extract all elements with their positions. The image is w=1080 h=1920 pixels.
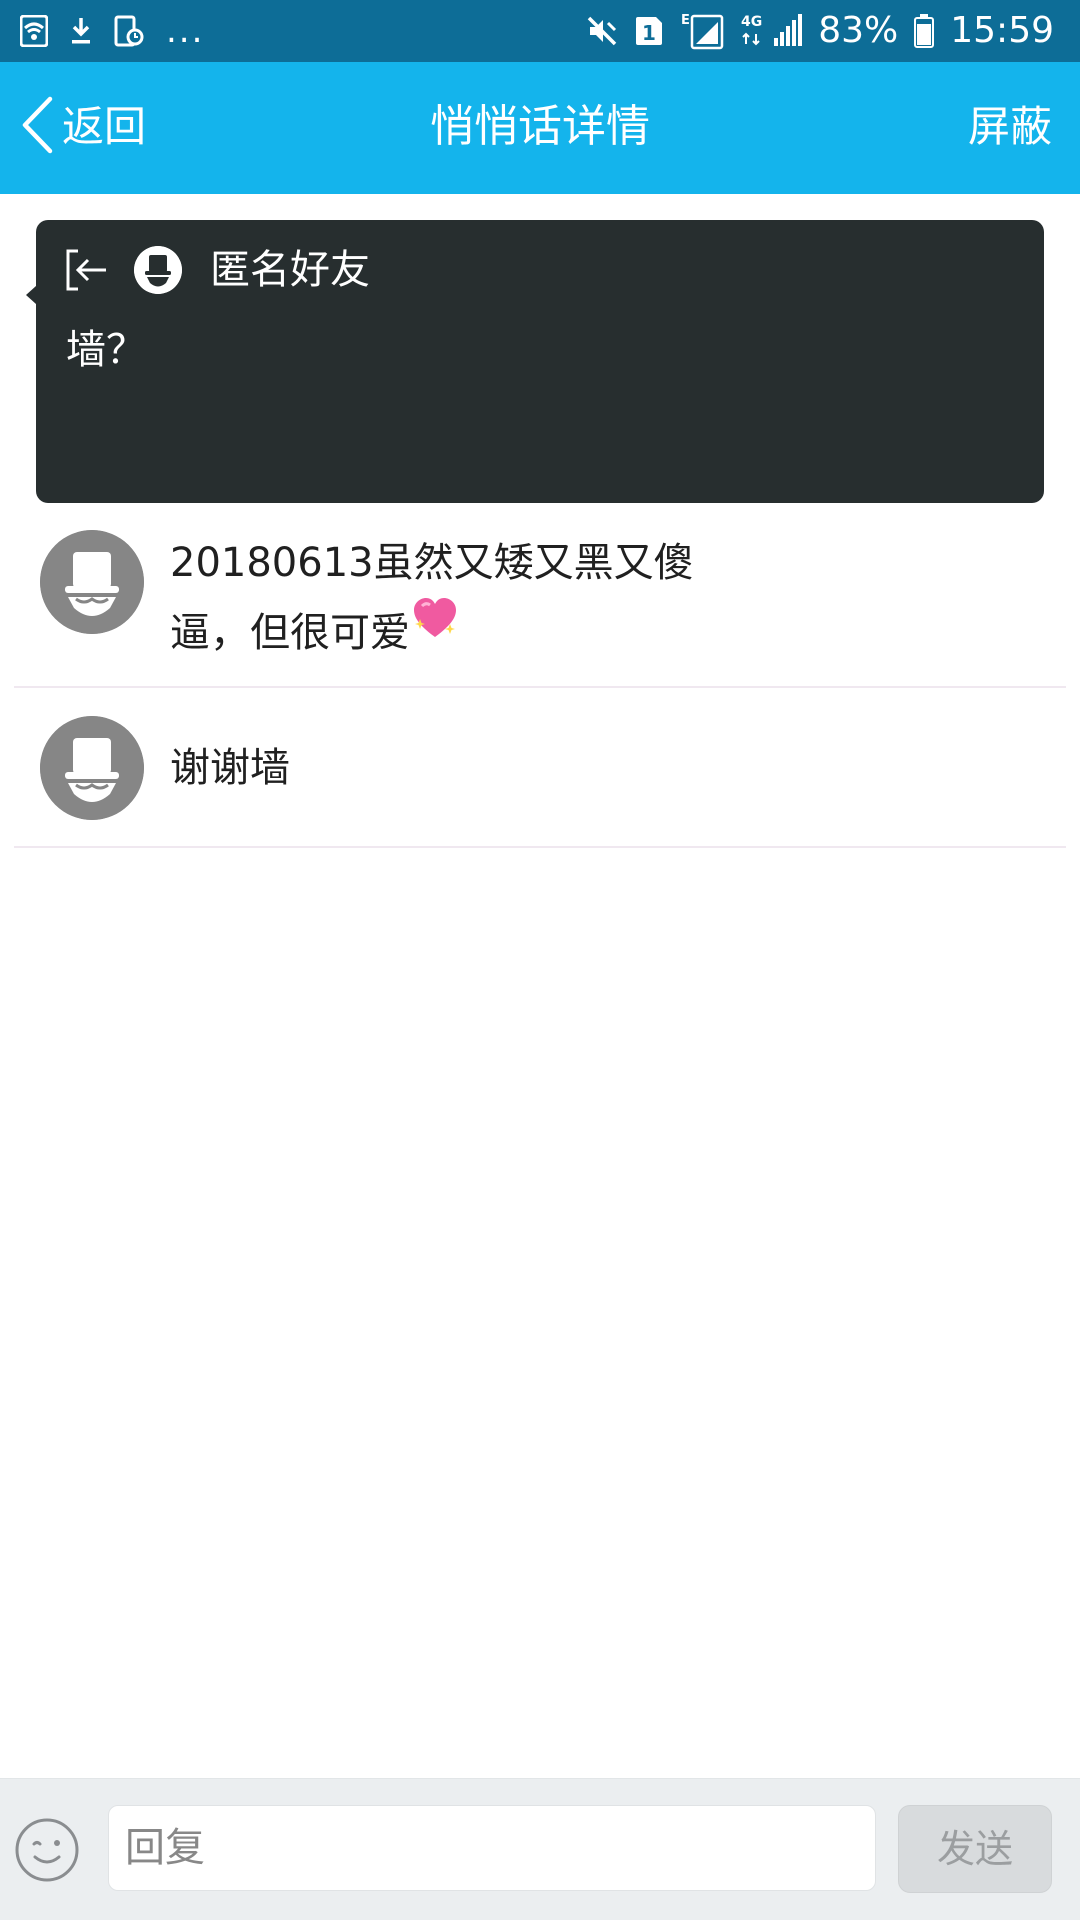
anonymous-avatar-icon [134,246,182,294]
message-text: 墙？ [66,327,146,373]
reply-text: 谢谢墙 [170,745,290,791]
mute-icon [586,15,618,47]
page-title: 悄悄话详情 [430,101,650,152]
message-header: 匿名好友 [64,244,370,296]
reply-input-bar: 发送 [0,1778,1080,1920]
status-bar-left: ... [20,12,204,50]
reply-text: 20180613虽然又矮又黑又傻逼，但很可爱 [170,528,740,670]
reply-input[interactable] [108,1805,876,1891]
overflow-indicator: ... [166,11,205,51]
signal-e-icon: E [680,12,724,50]
card-pointer [26,286,36,304]
wifi-icon [20,15,48,47]
send-button[interactable]: 发送 [898,1805,1052,1893]
emoji-icon[interactable] [14,1817,80,1883]
download-icon [70,16,92,46]
battery-fill [917,24,932,45]
anonymous-avatar-icon [40,530,144,634]
reply-item: 谢谢墙 [14,688,1066,848]
status-bar-right: 1 E 4G 83% 15:59 [586,10,1054,52]
anonymous-avatar-icon [40,716,144,820]
sparkling-heart-icon [412,594,458,664]
signal-4g-icon: 4G [740,12,803,50]
status-time: 15:59 [950,10,1054,51]
screen: ... 1 E 4G 83% 15:59 返回 悄悄话详情 屏蔽 匿名好友 墙？… [0,0,1080,1920]
status-bar: ... 1 E 4G 83% 15:59 [0,0,1080,62]
reply-item: 20180613虽然又矮又黑又傻逼，但很可爱 [14,504,1066,688]
battery-icon [914,14,935,48]
network-e-label: E [681,13,690,28]
title-bar: 返回 悄悄话详情 屏蔽 [0,62,1080,194]
message-card: 匿名好友 墙？ [36,220,1044,503]
phone-clock-icon [114,15,144,47]
sim-slot-label: 1 [642,21,656,45]
network-4g-label: 4G [741,14,762,30]
sender-name: 匿名好友 [210,247,370,293]
sim-icon: 1 [634,15,664,47]
exit-icon[interactable] [64,247,110,293]
battery-percent: 83% [818,10,899,51]
block-button[interactable]: 屏蔽 [968,92,1052,162]
